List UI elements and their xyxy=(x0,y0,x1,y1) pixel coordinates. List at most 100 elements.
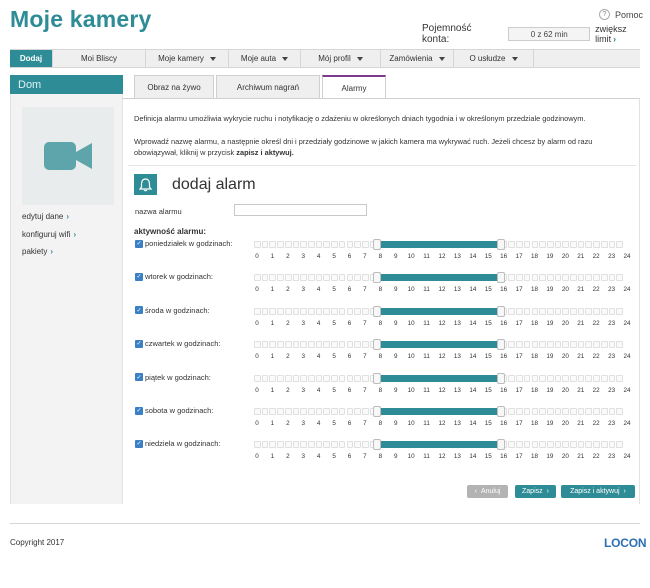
chevron-down-icon xyxy=(282,56,289,61)
slider-cell xyxy=(292,274,300,282)
range-end-handle[interactable] xyxy=(496,339,505,351)
range-start-handle[interactable] xyxy=(373,406,382,417)
slider-cell xyxy=(300,341,307,349)
slider-cell xyxy=(508,441,516,449)
hour-range-slider[interactable] xyxy=(254,272,624,284)
hour-tick-label: 2 xyxy=(286,286,290,294)
nav-item-moje-auta[interactable]: Moje auta xyxy=(229,50,301,67)
nav-item-zamowienia[interactable]: Zamówienia xyxy=(381,50,454,67)
slider-cell xyxy=(292,307,300,315)
hour-range-slider[interactable] xyxy=(254,439,624,451)
slider-cell xyxy=(531,241,539,248)
hour-range-slider[interactable] xyxy=(254,239,624,250)
range-start-handle[interactable] xyxy=(373,372,382,384)
day-checkbox[interactable]: ✓ xyxy=(135,406,143,415)
hour-tick-label: 13 xyxy=(453,286,461,294)
range-start-handle[interactable] xyxy=(373,339,382,351)
slider-cell xyxy=(516,241,523,248)
range-start-handle[interactable] xyxy=(373,305,382,317)
range-end-handle[interactable] xyxy=(496,305,505,317)
slider-cell xyxy=(323,274,331,282)
nav-item-o-usludze[interactable]: O usłudze xyxy=(454,50,534,67)
slider-cell xyxy=(508,341,516,349)
hour-tick-label: 22 xyxy=(592,286,600,294)
hour-tick-label: 8 xyxy=(378,386,383,394)
hour-tick-label: 9 xyxy=(393,286,398,294)
help-link[interactable]: ? Pomoc xyxy=(599,9,643,20)
hour-tick-label: 2 xyxy=(286,353,290,361)
hour-tick-label: 7 xyxy=(363,253,367,260)
hour-tick-label: 20 xyxy=(561,453,569,461)
cancel-button[interactable]: ‹ Anuluj xyxy=(467,485,508,498)
alarm-name-label: nazwa alarmu xyxy=(135,207,182,216)
day-checkbox[interactable]: ✓ xyxy=(135,306,143,315)
slider-cell xyxy=(284,374,292,382)
slider-cell xyxy=(600,374,608,382)
increase-limit-link[interactable]: zwiększ limit › xyxy=(595,24,650,44)
range-end-handle[interactable] xyxy=(496,372,505,384)
slider-cell xyxy=(292,241,300,248)
hour-range-slider[interactable] xyxy=(254,372,624,384)
range-end-handle[interactable] xyxy=(496,272,505,284)
slider-cell xyxy=(531,441,539,449)
save-button[interactable]: Zapisz › xyxy=(515,485,556,498)
hour-tick-label: 17 xyxy=(515,353,523,361)
hour-tick-label: 9 xyxy=(393,386,398,394)
hour-tick-label: 13 xyxy=(453,253,461,260)
slider-cell xyxy=(277,274,284,282)
slider-cell xyxy=(593,441,600,449)
range-start-handle[interactable] xyxy=(373,272,382,284)
nav-item-moi-bliscy[interactable]: Moi Bliscy xyxy=(53,50,146,67)
range-end-handle[interactable] xyxy=(496,406,505,417)
hour-tick-label: 24 xyxy=(623,453,631,461)
alarm-name-input[interactable] xyxy=(234,204,367,216)
edit-data-link[interactable]: edytuj dane › xyxy=(22,212,69,221)
slider-cell xyxy=(346,341,354,349)
slider-cell xyxy=(269,374,277,382)
chevron-down-icon xyxy=(209,56,216,61)
slider-cell xyxy=(531,341,539,349)
slider-cell xyxy=(269,241,277,248)
slider-cell xyxy=(315,307,323,315)
range-end-handle[interactable] xyxy=(496,439,505,451)
tab-recordings-archive[interactable]: Archiwum nagrań xyxy=(216,75,320,98)
hour-tick-label: 14 xyxy=(469,286,477,294)
tab-alarms[interactable]: Alarmy xyxy=(322,75,386,99)
packages-link[interactable]: pakiety › xyxy=(22,247,53,256)
hour-tick-label: 22 xyxy=(592,319,600,327)
tab-live-view[interactable]: Obraz na żywo xyxy=(134,75,214,98)
day-checkbox[interactable]: ✓ xyxy=(135,373,143,382)
day-checkbox[interactable]: ✓ xyxy=(135,439,143,448)
range-end-handle[interactable] xyxy=(496,239,505,250)
nav-item-dodaj[interactable]: Dodaj xyxy=(10,50,53,67)
hour-range-slider[interactable] xyxy=(254,406,624,417)
range-start-handle[interactable] xyxy=(373,239,382,250)
day-checkbox[interactable]: ✓ xyxy=(135,272,143,281)
day-checkbox[interactable]: ✓ xyxy=(135,339,143,348)
slider-cell xyxy=(254,307,261,315)
range-start-handle[interactable] xyxy=(373,439,382,451)
slider-cell xyxy=(331,307,338,315)
hour-tick-label: 22 xyxy=(592,453,600,461)
hour-range-slider[interactable] xyxy=(254,305,624,317)
hour-tick-label: 7 xyxy=(363,353,367,361)
hour-range-slider[interactable] xyxy=(254,339,624,351)
day-checkbox[interactable]: ✓ xyxy=(135,239,143,248)
nav-item-moj-profil[interactable]: Mój profil xyxy=(301,50,381,67)
save-and-activate-button[interactable]: Zapisz i aktywuj › xyxy=(561,485,635,498)
hour-tick-label: 7 xyxy=(363,386,367,394)
slider-cell xyxy=(354,274,361,282)
slider-cell xyxy=(531,274,539,282)
configure-wifi-link[interactable]: konfiguruj wifi › xyxy=(22,230,76,239)
hour-tick-label: 6 xyxy=(347,353,352,361)
hour-tick-label: 12 xyxy=(438,386,446,394)
slider-cell xyxy=(593,374,600,382)
slider-cell xyxy=(323,408,331,415)
hour-tick-label: 24 xyxy=(623,420,631,427)
nav-item-moje-kamery[interactable]: Moje kamery xyxy=(146,50,229,67)
hour-tick-label: 15 xyxy=(484,286,492,294)
slider-cell xyxy=(261,274,269,282)
hour-tick-label: 20 xyxy=(561,353,569,361)
slider-cell xyxy=(585,241,593,248)
selected-hours-range xyxy=(377,307,501,315)
